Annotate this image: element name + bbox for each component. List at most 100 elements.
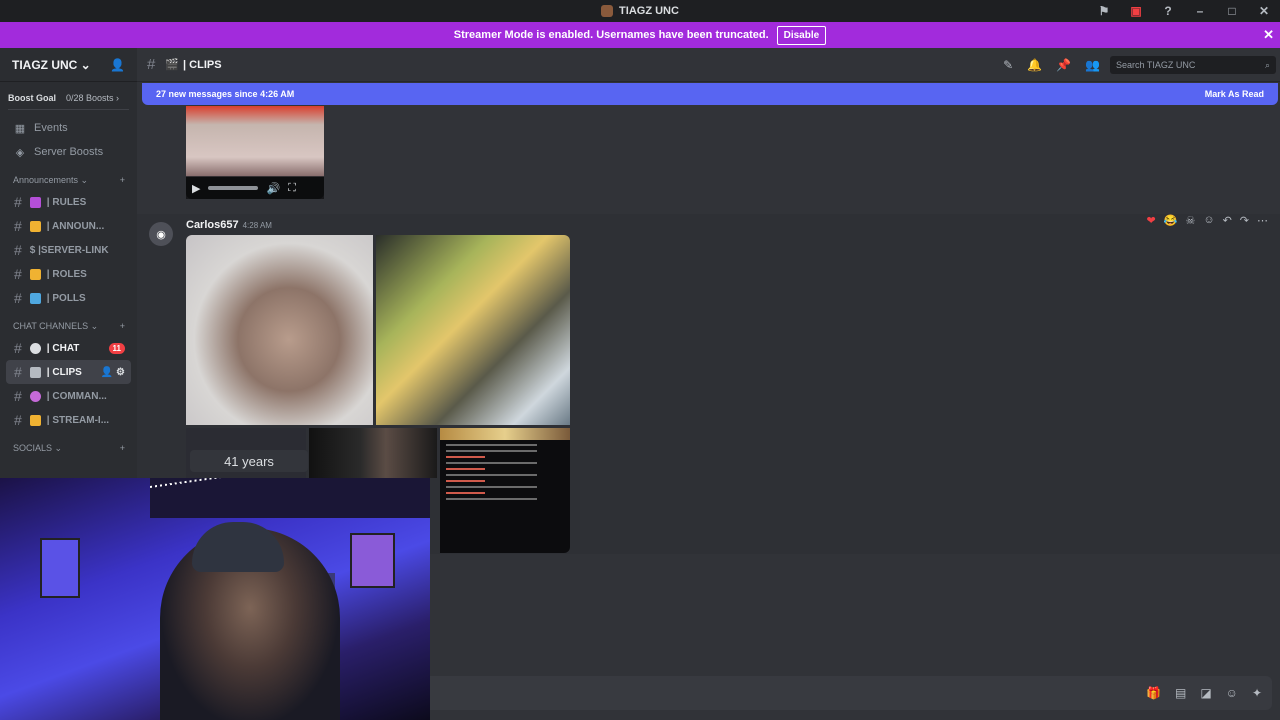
search-icon: ⌕ (1264, 59, 1270, 70)
chat-line (446, 486, 537, 488)
close-window-button[interactable]: ✕ (1248, 4, 1280, 18)
apps-icon[interactable]: ✦ (1252, 686, 1262, 700)
volume-icon[interactable]: 🔊 (266, 182, 280, 195)
channel-polls[interactable]: # | POLLS (6, 286, 131, 310)
led-strip (150, 478, 430, 518)
maximize-button[interactable]: □ (1216, 4, 1248, 18)
title-bar: TIAGZ UNC ⚑ ▣ ? – □ ✕ (0, 0, 1280, 22)
category-chat-channels[interactable]: CHAT CHANNELS ⌄ + (0, 316, 137, 336)
hash-icon: # (14, 266, 22, 282)
search-input[interactable]: Search TIAGZ UNC ⌕ (1110, 56, 1276, 74)
close-icon[interactable]: ✕ (1263, 27, 1274, 43)
category-socials[interactable]: SOCIALS ⌄ + (0, 438, 137, 458)
member-list-icon[interactable]: 👥 (1085, 58, 1100, 72)
streamer-mode-banner: Streamer Mode is enabled. Usernames have… (0, 22, 1280, 48)
message-header: Carlos657 4:28 AM (186, 219, 272, 231)
minimize-button[interactable]: – (1184, 4, 1216, 18)
hash-icon: # (14, 340, 22, 356)
channel-announcements[interactable]: # | ANNOUN... (6, 214, 131, 238)
channel-label: | ROLES (46, 268, 87, 280)
gift-icon[interactable]: 🎁 (1146, 686, 1161, 700)
category-label: Announcements ⌄ (13, 174, 89, 185)
fullscreen-icon[interactable]: ⛶ (288, 182, 296, 195)
sticker-icon[interactable]: ◪ (1200, 686, 1211, 700)
robot-icon (29, 390, 41, 402)
add-channel-icon[interactable]: + (120, 321, 125, 331)
chat-line (446, 492, 485, 494)
category-announcements[interactable]: Announcements ⌄ + (0, 170, 137, 190)
channel-roles[interactable]: # | ROLES (6, 262, 131, 286)
help-icon[interactable]: ? (1152, 4, 1184, 18)
sidebar-item-events[interactable]: ▦ Events (0, 116, 137, 140)
disable-streamer-button[interactable]: Disable (776, 25, 827, 45)
video-attachment[interactable]: ▶ 🔊 ⛶ (186, 106, 324, 199)
more-icon[interactable]: ⋯ (1257, 214, 1268, 227)
channel-label: | ANNOUN... (46, 220, 105, 232)
search-placeholder: Search TIAGZ UNC (1116, 60, 1196, 70)
chat-line (446, 498, 537, 500)
wall-frame (350, 533, 395, 588)
calendar-icon: ▦ (14, 122, 26, 135)
new-messages-bar[interactable]: 27 new messages since 4:26 AM Mark As Re… (142, 83, 1278, 105)
folder-icon (29, 268, 41, 280)
forward-icon[interactable]: ↷ (1240, 214, 1249, 227)
flag-icon[interactable]: ⚑ (1088, 4, 1120, 18)
channel-chat[interactable]: # | CHAT 11 (6, 336, 131, 360)
channel-clips[interactable]: # | CLIPS 👤 ⚙ (6, 360, 131, 384)
folder-icon (29, 414, 41, 426)
channel-server-link[interactable]: # $ |SERVER-LINK (6, 238, 131, 262)
image-attachment[interactable] (309, 428, 437, 478)
sidebar-item-label: Server Boosts (34, 146, 104, 158)
heart-reaction-icon[interactable]: ❤ (1147, 214, 1156, 227)
laugh-reaction-icon[interactable]: 😂 (1164, 214, 1178, 227)
server-avatar-icon (601, 5, 614, 17)
bell-icon[interactable]: 🔔 (1027, 58, 1042, 72)
image-attachment[interactable] (186, 235, 373, 425)
play-icon[interactable]: ▶ (192, 182, 200, 195)
clapper-icon: 🎬 (165, 59, 180, 71)
sidebar-item-server-boosts[interactable]: ◈ Server Boosts (0, 140, 137, 164)
hash-icon: # (14, 364, 22, 380)
boost-goal[interactable]: Boost Goal 0/28 Boosts › (8, 90, 129, 110)
boost-goal-label: Boost Goal (8, 92, 57, 103)
chart-icon (29, 292, 41, 304)
channel-stream-info[interactable]: # | STREAM-I... (6, 408, 131, 432)
server-header[interactable]: TIAGZ UNC ⌄ 👤 (0, 48, 137, 82)
monitor-icon[interactable]: ▣ (1120, 4, 1152, 18)
video-progress-bar[interactable] (208, 186, 259, 190)
channel-label: | STREAM-I... (46, 414, 110, 426)
pin-icon[interactable]: 📌 (1056, 58, 1071, 72)
threads-icon[interactable]: ✎ (1003, 58, 1013, 72)
chat-line (446, 462, 537, 464)
image-attachment[interactable]: 41 years (186, 428, 308, 478)
chat-line (446, 456, 485, 458)
gif-icon[interactable]: ▤ (1175, 686, 1186, 700)
author-name[interactable]: Carlos657 (186, 219, 239, 231)
discord-avatar-icon[interactable]: ◉ (149, 222, 173, 246)
channel-commands[interactable]: # | COMMAN... (6, 384, 131, 408)
image-attachment[interactable] (376, 235, 570, 425)
webcam-overlay (0, 478, 430, 720)
hash-icon: # (14, 412, 22, 428)
channel-rules[interactable]: # | RULES (6, 190, 131, 214)
channel-header: # 🎬 | CLIPS (137, 48, 1280, 82)
mark-as-read-button[interactable]: Mark As Read (1205, 89, 1264, 99)
years-label: 41 years (190, 450, 308, 472)
add-channel-icon[interactable]: + (120, 175, 125, 185)
server-name[interactable]: TIAGZ UNC (12, 58, 77, 72)
category-label: SOCIALS ⌄ (13, 442, 63, 453)
emoji-icon[interactable]: ☺ (1226, 686, 1238, 700)
channel-title: | CLIPS (183, 58, 222, 71)
hash-icon: # (147, 56, 156, 73)
add-channel-icon[interactable]: + (120, 443, 125, 453)
channel-label: | COMMAN... (46, 390, 107, 402)
boost-icon: ◈ (15, 146, 25, 159)
image-attachment[interactable] (440, 428, 570, 553)
channel-settings-icon[interactable]: 👤 ⚙ (101, 367, 125, 378)
category-label: CHAT CHANNELS ⌄ (13, 320, 99, 331)
skull-reaction-icon[interactable]: ☠ (1185, 214, 1195, 227)
add-reaction-icon[interactable]: ☺ (1203, 214, 1214, 227)
add-user-icon[interactable]: 👤 (110, 58, 125, 72)
reply-icon[interactable]: ↶ (1223, 214, 1232, 227)
channel-emoji-icon (29, 196, 41, 208)
